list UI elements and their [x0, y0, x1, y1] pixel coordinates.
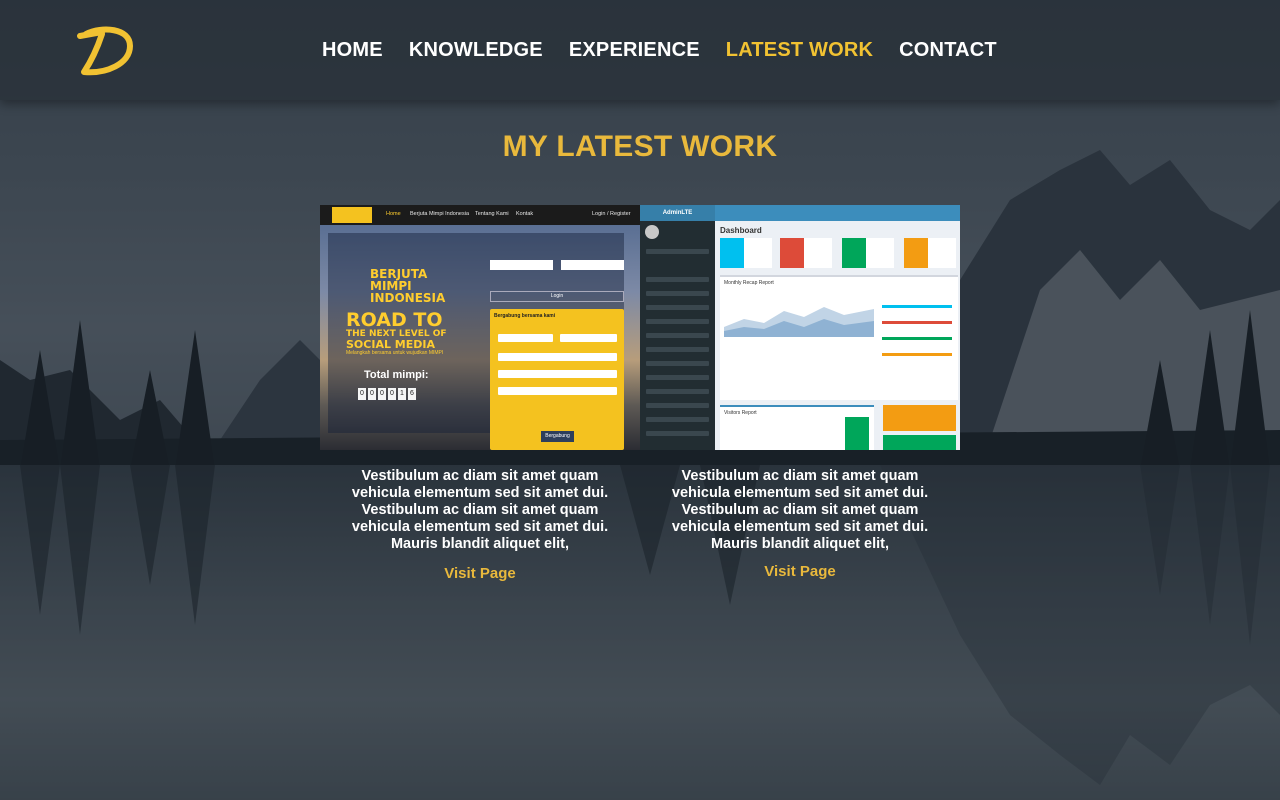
thumb-form-title: Bergabung bersama kami [494, 313, 556, 319]
thumb-sidebar-row [646, 319, 709, 324]
thumb-form-field [498, 334, 553, 342]
thumb-form-field [498, 387, 617, 395]
thumb-info-tile [780, 238, 804, 268]
thumb-form-field [498, 370, 617, 378]
thumb-menu-item: Login / Register [592, 211, 631, 217]
thumb-sidebar-row [646, 249, 709, 254]
thumb-info-box [720, 238, 772, 268]
work-card: Home Berjuta Mimpi Indonesia Tentang Kam… [320, 205, 640, 582]
thumb-tagline: Melangkah bersama untuk wujudkan MIMPI [346, 350, 444, 356]
thumb-info-box [842, 238, 894, 268]
thumb-info-tile [904, 238, 928, 268]
counter-digit: 0 [388, 388, 396, 400]
visit-page-link[interactable]: Visit Page [320, 565, 640, 582]
thumb-sidebar-row [646, 431, 709, 436]
work-thumbnail-dashboard[interactable]: AdminLTE Dashboard Monthly Recap Report [640, 205, 960, 450]
thumb-info-box [780, 238, 832, 268]
counter-digit: 0 [358, 388, 366, 400]
thumb-sidebar-row [646, 403, 709, 408]
counter-digit: 0 [378, 388, 386, 400]
thumb-inventory-box [883, 405, 956, 431]
thumb-sidebar-row [646, 277, 709, 282]
thumb-login-button: Login [490, 291, 624, 302]
thumb-report-box: Monthly Recap Report [720, 275, 958, 400]
thumb-email-field [490, 260, 553, 270]
thumb-password-field [561, 260, 624, 270]
logo-icon[interactable] [72, 22, 136, 78]
thumb-menu-item: Kontak [516, 211, 534, 217]
thumb-counter: 0 0 0 0 1 6 [358, 388, 416, 400]
thumb-sidebar-row [646, 361, 709, 366]
thumb-sidebar-row [646, 333, 709, 338]
work-description: Vestibulum ac diam sit amet quam vehicul… [671, 468, 929, 552]
thumb-brand: AdminLTE [640, 205, 715, 221]
nav-experience[interactable]: EXPERIENCE [569, 38, 700, 62]
work-thumbnail-social[interactable]: Home Berjuta Mimpi Indonesia Tentang Kam… [320, 205, 640, 450]
thumb-brand-logo [332, 207, 372, 223]
nav-knowledge[interactable]: KNOWLEDGE [409, 38, 543, 62]
thumb-menu-item: Home [386, 211, 401, 217]
section-title: MY LATEST WORK [502, 130, 778, 163]
counter-digit: 6 [408, 388, 416, 400]
counter-digit: 1 [398, 388, 406, 400]
thumb-form-field [498, 353, 617, 361]
counter-digit: 0 [368, 388, 376, 400]
visit-page-link[interactable]: Visit Page [640, 563, 960, 580]
thumb-info-tile [842, 238, 866, 268]
thumb-sidebar-row [646, 389, 709, 394]
thumb-sidebar-row [646, 417, 709, 422]
thumb-title: Dashboard [720, 226, 762, 235]
thumb-sidebar-row [646, 347, 709, 352]
thumb-register-form: Bergabung bersama kami [490, 309, 624, 450]
thumb-join-button: Bergabung [541, 431, 574, 442]
thumb-total-label: Total mimpi: [364, 369, 429, 381]
thumb-progress-bar [882, 321, 952, 324]
thumb-progress-bar [882, 305, 952, 308]
thumb-info-box [904, 238, 956, 268]
thumb-menu-item: Tentang Kami [475, 211, 509, 217]
thumb-visitors-title: Visitors Report [724, 410, 757, 416]
nav-latest-work[interactable]: LATEST WORK [726, 38, 873, 62]
work-card: AdminLTE Dashboard Monthly Recap Report [640, 205, 960, 580]
thumb-progress-bar [882, 353, 952, 356]
site-header: HOME KNOWLEDGE EXPERIENCE LATEST WORK CO… [0, 0, 1280, 100]
thumb-sidebar-row [646, 291, 709, 296]
thumb-progress-bar [882, 337, 952, 340]
thumb-sidebar-row [646, 305, 709, 310]
thumb-sidebar: AdminLTE [640, 205, 715, 450]
thumb-headline: INDONESIA [370, 291, 446, 305]
thumb-sidebar-row [646, 375, 709, 380]
nav-home[interactable]: HOME [322, 38, 383, 62]
thumb-report-title: Monthly Recap Report [724, 280, 774, 286]
thumb-mentions-box [883, 435, 956, 450]
main-nav: HOME KNOWLEDGE EXPERIENCE LATEST WORK CO… [322, 38, 997, 62]
thumb-road-title: ROAD TO [346, 309, 443, 331]
thumb-area-chart [724, 307, 874, 337]
thumb-stat-tile [845, 417, 869, 450]
thumb-form-field [560, 334, 617, 342]
thumb-info-tile [720, 238, 744, 268]
thumb-topbar [715, 205, 960, 221]
thumb-menu-item: Berjuta Mimpi Indonesia [410, 211, 470, 217]
nav-contact[interactable]: CONTACT [899, 38, 997, 62]
work-description: Vestibulum ac diam sit amet quam vehicul… [351, 468, 609, 552]
avatar [645, 225, 659, 239]
